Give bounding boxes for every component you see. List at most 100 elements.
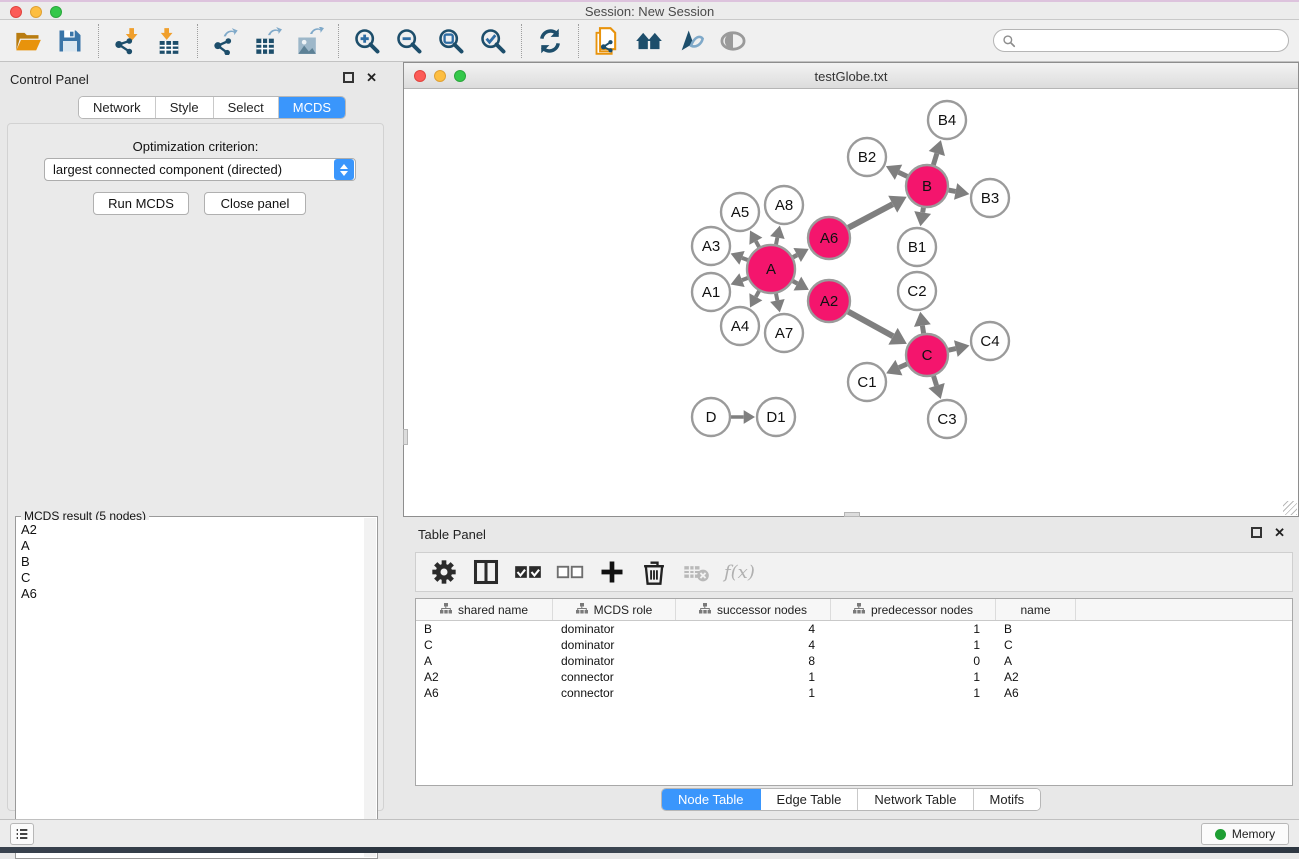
graph-node-label: A5 xyxy=(731,204,749,221)
graph-edge-A-A4[interactable] xyxy=(756,291,759,297)
table-cell: connector xyxy=(553,685,676,701)
function-builder-icon[interactable]: f(x) xyxy=(724,562,755,583)
graph-edge-A2-C[interactable] xyxy=(848,312,893,337)
memory-label: Memory xyxy=(1232,827,1275,841)
home-icon[interactable] xyxy=(633,26,665,56)
graph-edge-C-C1[interactable] xyxy=(899,364,907,368)
graph-node-label: A3 xyxy=(702,238,720,255)
graph-edge-B-B1[interactable] xyxy=(923,208,924,213)
tab-node-table[interactable]: Node Table xyxy=(662,789,761,810)
mcds-result-item[interactable]: B xyxy=(21,554,360,570)
float-panel-icon[interactable] xyxy=(343,72,354,83)
delete-table-icon[interactable] xyxy=(682,557,710,587)
zoom-out-icon[interactable] xyxy=(393,26,425,56)
open-session-icon[interactable] xyxy=(12,26,44,56)
table-cell: C xyxy=(996,637,1076,653)
column-header-shared-name[interactable]: shared name xyxy=(416,599,553,620)
tab-network-table[interactable]: Network Table xyxy=(858,789,973,810)
graph-node-label: C2 xyxy=(907,283,926,300)
search-input[interactable] xyxy=(1016,31,1288,50)
graph-node-label: D1 xyxy=(766,409,785,426)
graph-edge-B-B2[interactable] xyxy=(899,172,908,176)
graph-edge-A-A6[interactable] xyxy=(793,255,797,257)
graph-edge-C-C4[interactable] xyxy=(948,349,955,351)
table-cell: 1 xyxy=(676,669,831,685)
zoom-selected-icon[interactable] xyxy=(477,26,509,56)
graph-edge-B-B3[interactable] xyxy=(949,190,956,191)
show-hide-icon[interactable] xyxy=(717,26,749,56)
graph-edge-A6-B[interactable] xyxy=(848,204,892,228)
column-header-predecessor-nodes[interactable]: predecessor nodes xyxy=(831,599,996,620)
table-row[interactable]: Adominator80A xyxy=(416,653,1292,669)
task-history-button[interactable] xyxy=(10,823,34,845)
graph-edge-B-B4[interactable] xyxy=(933,153,936,164)
tab-mcds[interactable]: MCDS xyxy=(279,97,345,118)
zoom-in-icon[interactable] xyxy=(351,26,383,56)
table-row[interactable]: Cdominator41C xyxy=(416,637,1292,653)
mcds-result-item[interactable]: A6 xyxy=(21,586,360,602)
export-network-icon[interactable] xyxy=(210,26,242,56)
delete-column-icon[interactable] xyxy=(640,557,668,587)
search-field[interactable] xyxy=(993,29,1289,52)
table-cell: connector xyxy=(553,669,676,685)
mcds-result-scrollbar[interactable] xyxy=(364,518,376,857)
network-canvas[interactable]: AA6A2BCA1A3A4A5A7A8B1B2B3B4C1C2C3C4DD1 xyxy=(404,89,1298,516)
export-table-icon[interactable] xyxy=(252,26,284,56)
graph-edge-A-A3[interactable] xyxy=(742,258,748,260)
mcds-result-item[interactable]: C xyxy=(21,570,360,586)
column-header-MCDS-role[interactable]: MCDS role xyxy=(553,599,676,620)
graph-edge-A-A8[interactable] xyxy=(776,238,777,245)
table-cell: A2 xyxy=(996,669,1076,685)
run-mcds-button[interactable]: Run MCDS xyxy=(93,192,189,215)
style-icon[interactable] xyxy=(675,26,707,56)
close-panel-icon[interactable]: ✕ xyxy=(366,72,377,83)
import-network-icon[interactable] xyxy=(111,26,143,56)
graph-edge-A-A1[interactable] xyxy=(742,278,748,280)
save-session-icon[interactable] xyxy=(54,26,86,56)
select-all-icon[interactable] xyxy=(514,557,542,587)
zoom-fit-icon[interactable] xyxy=(435,26,467,56)
mcds-result-item[interactable]: A xyxy=(21,538,360,554)
tab-select[interactable]: Select xyxy=(214,97,279,118)
column-browser-icon[interactable] xyxy=(472,557,500,587)
window-resize-handle-bottom[interactable] xyxy=(844,512,860,517)
graph-edge-A-A5[interactable] xyxy=(756,241,759,247)
import-table-icon[interactable] xyxy=(153,26,185,56)
graph-edge-C-C3[interactable] xyxy=(934,376,937,386)
table-cell: A xyxy=(996,653,1076,669)
column-header-label: MCDS role xyxy=(594,603,653,617)
close-panel-icon[interactable]: ✕ xyxy=(1274,527,1285,538)
tab-motifs[interactable]: Motifs xyxy=(974,789,1041,810)
mcds-result-item[interactable]: A2 xyxy=(21,522,360,538)
add-column-icon[interactable] xyxy=(598,557,626,587)
graph-edge-A-A2[interactable] xyxy=(793,281,798,283)
optimization-criterion-select[interactable]: largest connected component (directed) xyxy=(44,158,356,181)
window-resize-handle-left[interactable] xyxy=(403,429,408,445)
graph-edge-C-C2[interactable] xyxy=(922,326,923,334)
new-network-from-selection-icon[interactable] xyxy=(591,26,623,56)
table-row[interactable]: A2connector11A2 xyxy=(416,669,1292,685)
tab-edge-table[interactable]: Edge Table xyxy=(761,789,859,810)
float-panel-icon[interactable] xyxy=(1251,527,1262,538)
network-window-titlebar[interactable]: testGlobe.txt xyxy=(404,63,1298,89)
table-row[interactable]: A6connector11A6 xyxy=(416,685,1292,701)
close-panel-button[interactable]: Close panel xyxy=(204,192,306,215)
window-resize-grip[interactable] xyxy=(1283,501,1297,515)
graph-edge-A-A7[interactable] xyxy=(776,293,777,300)
table-cell: B xyxy=(416,621,553,637)
node-table: shared name MCDS role successor nodesprede… xyxy=(415,598,1293,786)
window-title: Session: New Session xyxy=(0,4,1299,19)
graph-node-label: A xyxy=(766,261,776,278)
tab-style[interactable]: Style xyxy=(156,97,214,118)
table-row[interactable]: Bdominator41B xyxy=(416,621,1292,637)
node-table-body: Bdominator41BCdominator41CAdominator80AA… xyxy=(416,621,1292,701)
memory-button[interactable]: Memory xyxy=(1201,823,1289,845)
unselect-all-icon[interactable] xyxy=(556,557,584,587)
refresh-icon[interactable] xyxy=(534,26,566,56)
column-header-successor-nodes[interactable]: successor nodes xyxy=(676,599,831,620)
settings-gear-icon[interactable] xyxy=(430,557,458,587)
tab-network[interactable]: Network xyxy=(79,97,156,118)
network-graph: AA6A2BCA1A3A4A5A7A8B1B2B3B4C1C2C3C4DD1 xyxy=(404,89,1298,516)
column-header-name[interactable]: name xyxy=(996,599,1076,620)
export-image-icon[interactable] xyxy=(294,26,326,56)
